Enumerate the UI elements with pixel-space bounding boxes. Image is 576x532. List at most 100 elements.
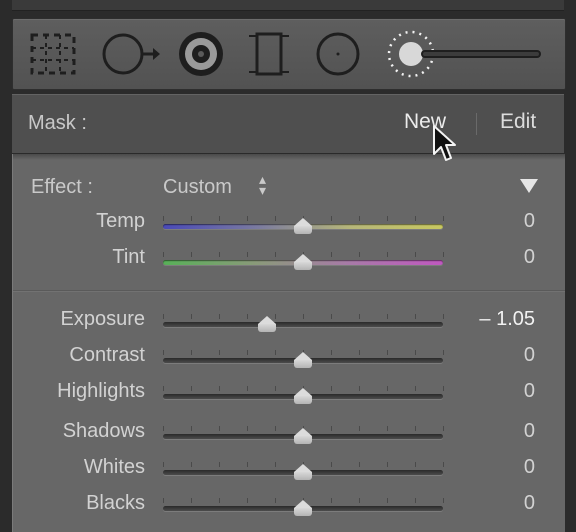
slider-tick xyxy=(387,314,388,319)
slider-row-temp: Temp 0 xyxy=(13,210,565,240)
slider-tick xyxy=(247,426,248,431)
panel-top-edge xyxy=(12,0,564,11)
slider-row-whites: Whites 0 xyxy=(13,456,565,486)
slider-tick xyxy=(331,350,332,355)
blacks-value[interactable]: 0 xyxy=(524,492,535,515)
tint-value[interactable]: 0 xyxy=(524,246,535,269)
slider-tick xyxy=(163,314,164,319)
slider-tick xyxy=(163,386,164,391)
slider-tick xyxy=(359,350,360,355)
red-eye-icon[interactable] xyxy=(177,30,225,83)
slider-tick xyxy=(275,462,276,467)
panel-shadow xyxy=(13,154,565,160)
slider-tick xyxy=(331,252,332,257)
slider-tick xyxy=(387,216,388,221)
slider-row-tint: Tint 0 xyxy=(13,246,565,276)
slider-tick xyxy=(191,462,192,467)
slider-tick xyxy=(219,498,220,503)
slider-tick xyxy=(163,426,164,431)
contrast-label: Contrast xyxy=(69,344,145,366)
slider-tick xyxy=(331,314,332,319)
slider-tick xyxy=(359,462,360,467)
contrast-value[interactable]: 0 xyxy=(524,344,535,367)
slider-tick xyxy=(247,462,248,467)
slider-tick xyxy=(415,216,416,221)
slider-tick xyxy=(387,252,388,257)
slider-row-contrast: Contrast 0 xyxy=(13,344,565,374)
slider-tick xyxy=(387,426,388,431)
exposure-slider-track[interactable] xyxy=(163,322,443,327)
slider-tick xyxy=(163,216,164,221)
develop-right-panel: Mask : New Edit Effect : Custom ▴ ▾ Temp 0… xyxy=(0,0,576,532)
highlights-label: Highlights xyxy=(57,380,145,402)
slider-tick xyxy=(387,498,388,503)
adjustment-brush-icon[interactable] xyxy=(385,27,545,86)
shadows-label: Shadows xyxy=(62,420,145,442)
slider-tick xyxy=(247,498,248,503)
slider-tick xyxy=(275,386,276,391)
blacks-label: Blacks xyxy=(86,492,145,514)
slider-tick xyxy=(247,314,248,319)
slider-tick xyxy=(359,216,360,221)
slider-tick xyxy=(387,386,388,391)
preset-stepper-icon[interactable]: ▴ ▾ xyxy=(259,172,266,197)
slider-tick xyxy=(163,252,164,257)
highlights-value[interactable]: 0 xyxy=(524,380,535,403)
exposure-value[interactable]: – 1.05 xyxy=(479,308,535,331)
slider-tick xyxy=(163,498,164,503)
slider-tick xyxy=(247,350,248,355)
shadows-value[interactable]: 0 xyxy=(524,420,535,443)
slider-tick xyxy=(191,386,192,391)
spot-removal-icon[interactable] xyxy=(101,32,161,81)
slider-tick xyxy=(303,314,304,319)
slider-tick xyxy=(191,314,192,319)
slider-tick xyxy=(415,252,416,257)
crop-overlay-icon[interactable] xyxy=(29,32,77,81)
slider-tick xyxy=(219,350,220,355)
slider-tick xyxy=(219,386,220,391)
slider-tick xyxy=(443,216,444,221)
slider-tick xyxy=(387,350,388,355)
slider-tick xyxy=(443,252,444,257)
section-divider xyxy=(13,290,565,291)
slider-tick xyxy=(247,216,248,221)
effect-label: Effect : xyxy=(31,176,93,198)
slider-tick xyxy=(443,498,444,503)
effect-preset-select[interactable]: Custom xyxy=(163,176,232,199)
slider-tick xyxy=(247,386,248,391)
radial-filter-icon[interactable] xyxy=(315,31,361,82)
slider-row-shadows: Shadows 0 xyxy=(13,420,565,450)
slider-tick xyxy=(331,216,332,221)
mask-bar: Mask : New Edit xyxy=(12,94,564,155)
slider-tick xyxy=(275,350,276,355)
mask-edit-button[interactable]: Edit xyxy=(500,110,536,134)
slider-tick xyxy=(359,426,360,431)
slider-tick xyxy=(275,252,276,257)
slider-tick xyxy=(415,350,416,355)
slider-tick xyxy=(331,386,332,391)
slider-tick xyxy=(219,252,220,257)
whites-label: Whites xyxy=(83,456,145,478)
whites-value[interactable]: 0 xyxy=(524,456,535,479)
slider-row-highlights: Highlights 0 xyxy=(13,380,565,410)
collapse-triangle-icon[interactable] xyxy=(519,178,539,199)
slider-tick xyxy=(331,426,332,431)
slider-tick xyxy=(359,252,360,257)
slider-tick xyxy=(191,426,192,431)
slider-tick xyxy=(359,498,360,503)
slider-tick xyxy=(359,386,360,391)
slider-tick xyxy=(359,314,360,319)
tint-label: Tint xyxy=(112,246,145,268)
slider-tick xyxy=(443,462,444,467)
graduated-filter-icon[interactable] xyxy=(249,30,289,83)
exposure-ticks xyxy=(163,314,444,320)
mask-label: Mask : xyxy=(28,112,87,134)
slider-tick xyxy=(163,462,164,467)
effect-panel: Effect : Custom ▴ ▾ Temp 0 Tint 0 Exposure – 1… xyxy=(12,154,565,532)
slider-tick xyxy=(415,386,416,391)
mouse-pointer-icon xyxy=(432,124,458,169)
temp-value[interactable]: 0 xyxy=(524,210,535,233)
slider-tick xyxy=(219,314,220,319)
slider-tick xyxy=(443,426,444,431)
slider-tick xyxy=(219,426,220,431)
